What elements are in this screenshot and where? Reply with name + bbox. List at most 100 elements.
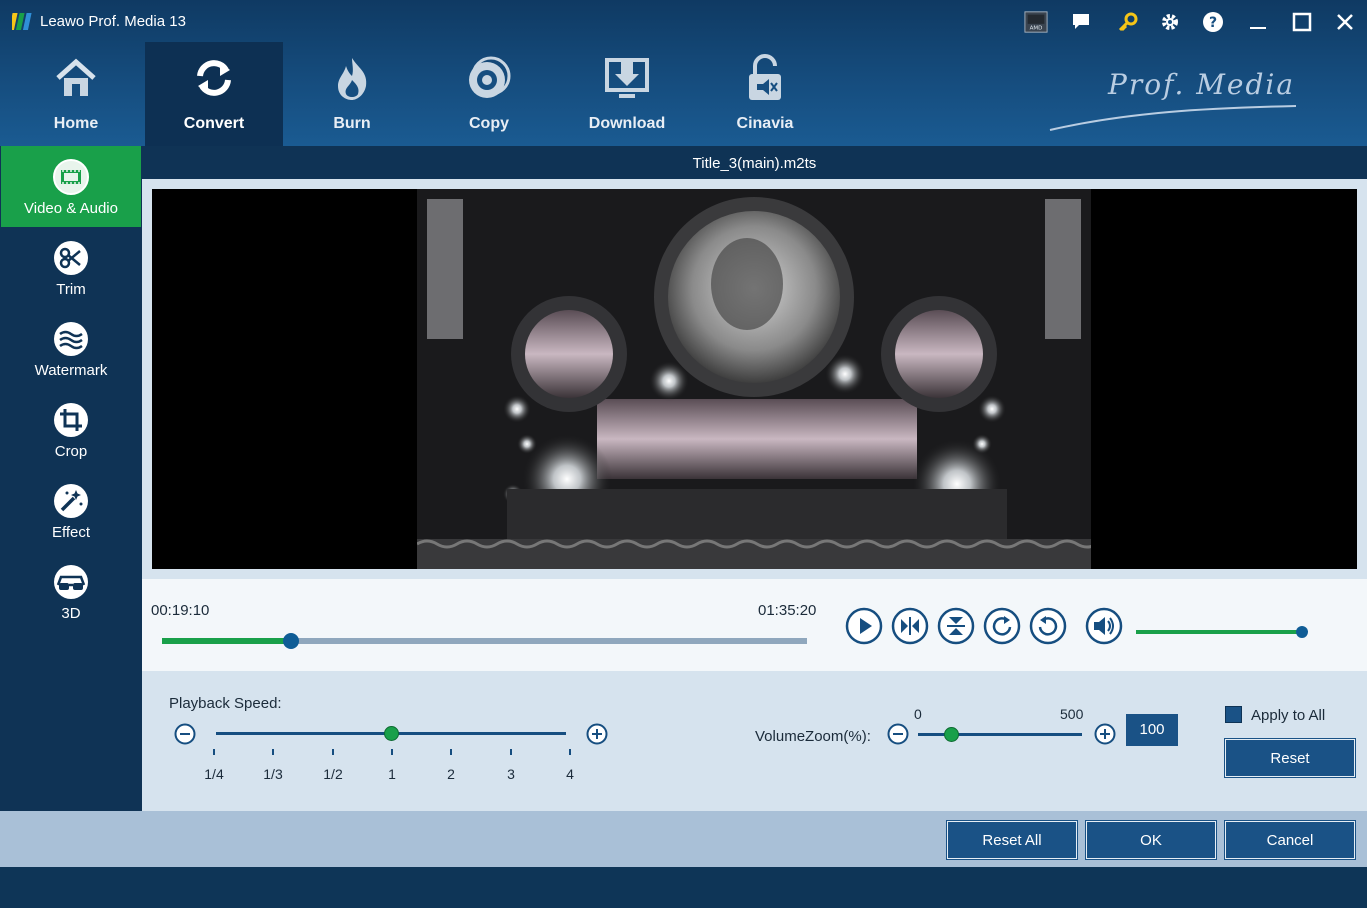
speed-tick-label: 3 <box>507 766 515 782</box>
magic-wand-icon <box>54 484 88 518</box>
3d-glasses-icon <box>54 565 88 599</box>
sidebar-item-trim[interactable]: Trim <box>1 227 141 308</box>
volume-zoom-min: 0 <box>914 706 922 722</box>
apply-to-all-label: Apply to All <box>1251 707 1326 724</box>
close-icon[interactable] <box>1333 10 1357 34</box>
volume-zoom-handle[interactable] <box>944 727 959 742</box>
dialog-footer: Reset All OK Cancel <box>0 811 1367 867</box>
seek-slider[interactable] <box>162 633 807 649</box>
sidebar-item-watermark[interactable]: Watermark <box>1 308 141 389</box>
edit-sidebar: Video & Audio Trim Watermark Crop Effect… <box>0 146 142 811</box>
speed-tick-label: 1/3 <box>263 766 283 782</box>
speed-tick-label: 2 <box>447 766 455 782</box>
nav-copy-label: Copy <box>469 115 509 132</box>
nav-burn[interactable]: Burn <box>283 42 421 146</box>
volume-zoom-slider[interactable] <box>918 727 1082 742</box>
cinavia-lock-icon <box>749 54 781 100</box>
film-icon <box>53 159 89 195</box>
nav-download-label: Download <box>588 115 666 132</box>
volume-zoom-increase-icon[interactable] <box>1094 723 1116 745</box>
player-controls: 00:19:10 01:35:20 <box>142 579 1367 671</box>
playback-speed-label: Playback Speed: <box>169 695 282 712</box>
speed-increase-icon[interactable] <box>586 723 608 745</box>
copy-disc-icon <box>469 56 511 98</box>
sidebar-item-crop[interactable]: Crop <box>1 389 141 470</box>
speed-tick-label: 1/2 <box>323 766 343 782</box>
sidebar-item-label: Video & Audio <box>24 200 118 217</box>
nav-burn-label: Burn <box>333 115 371 132</box>
speed-tick <box>332 749 334 755</box>
volume-handle[interactable] <box>1296 626 1308 638</box>
nav-cinavia[interactable]: Cinavia <box>696 42 834 146</box>
speed-decrease-icon[interactable] <box>174 723 196 745</box>
ok-button[interactable]: OK <box>1086 821 1216 859</box>
speed-tick <box>450 749 452 755</box>
nav-copy[interactable]: Copy <box>420 42 558 146</box>
seek-handle[interactable] <box>283 633 299 649</box>
sidebar-item-3d[interactable]: 3D <box>1 551 141 632</box>
current-time: 00:19:10 <box>151 602 210 619</box>
sidebar-item-video-audio[interactable]: Video & Audio <box>1 146 141 227</box>
volume-zoom-max: 500 <box>1060 706 1084 722</box>
burn-icon <box>338 58 367 100</box>
nav-cinavia-label: Cinavia <box>736 115 794 132</box>
amd-badge-icon[interactable]: AMD <box>1024 10 1048 34</box>
nav-home-label: Home <box>53 115 99 132</box>
app-title: Leawo Prof. Media 13 <box>40 13 186 30</box>
scissors-icon <box>54 241 88 275</box>
speed-tick <box>391 749 393 755</box>
seek-progress <box>162 638 291 644</box>
play-icon[interactable] <box>845 607 883 645</box>
sidebar-item-label: Effect <box>51 524 91 541</box>
rotate-counterclockwise-icon[interactable] <box>1029 607 1067 645</box>
total-time: 01:35:20 <box>758 602 817 619</box>
frame-step-icon[interactable] <box>891 607 929 645</box>
volume-zoom-value-input[interactable]: 100 <box>1126 714 1178 746</box>
flip-vertical-icon[interactable] <box>937 607 975 645</box>
status-bar <box>0 867 1367 908</box>
reset-button[interactable]: Reset <box>1225 739 1355 777</box>
playback-settings: Playback Speed: 1/4 1/3 1/2 1 2 3 4 VolumeZoom… <box>142 671 1367 811</box>
nav-convert-label: Convert <box>183 115 245 132</box>
playback-speed-slider[interactable] <box>216 726 566 741</box>
nav-convert[interactable]: Convert <box>145 42 283 146</box>
rotate-clockwise-icon[interactable] <box>983 607 1021 645</box>
volume-icon[interactable] <box>1085 607 1123 645</box>
reset-all-button[interactable]: Reset All <box>947 821 1077 859</box>
sidebar-item-effect[interactable]: Effect <box>1 470 141 551</box>
sidebar-item-label: Watermark <box>34 362 108 379</box>
svg-text:AMD: AMD <box>1030 25 1043 31</box>
playback-speed-handle[interactable] <box>384 726 399 741</box>
editor-main: Title_3(main).m2ts 00:19:10 01:35:20 Pla… <box>142 146 1367 811</box>
brand-wordmark: Prof. Media <box>1108 68 1296 101</box>
video-preview <box>152 189 1357 569</box>
key-icon[interactable] <box>1116 10 1140 34</box>
speed-tick-label: 1/4 <box>204 766 224 782</box>
sidebar-item-label: Crop <box>54 443 88 460</box>
home-icon <box>56 58 96 96</box>
video-frame-image <box>417 189 1091 569</box>
top-bar: Leawo Prof. Media 13 AMD ? Home Convert … <box>0 0 1367 146</box>
nav-download[interactable]: Download <box>558 42 696 146</box>
minimize-icon[interactable] <box>1246 10 1270 34</box>
apply-to-all-checkbox[interactable] <box>1225 706 1242 723</box>
settings-gear-icon[interactable] <box>1158 10 1182 34</box>
volume-slider[interactable] <box>1136 626 1308 638</box>
speed-tick <box>510 749 512 755</box>
speed-tick-label: 1 <box>388 766 396 782</box>
sidebar-item-label: Trim <box>56 281 86 298</box>
cancel-button[interactable]: Cancel <box>1225 821 1355 859</box>
crop-icon <box>54 403 88 437</box>
speed-tick <box>213 749 215 755</box>
sidebar-item-label: 3D <box>61 605 81 622</box>
app-logo-icon <box>12 13 32 30</box>
nav-home[interactable]: Home <box>7 42 145 146</box>
speed-tick <box>569 749 571 755</box>
help-icon[interactable]: ? <box>1201 10 1225 34</box>
title-bar: Leawo Prof. Media 13 AMD ? <box>0 0 1367 42</box>
volume-zoom-decrease-icon[interactable] <box>887 723 909 745</box>
speed-tick-label: 4 <box>566 766 574 782</box>
feedback-icon[interactable] <box>1069 10 1093 34</box>
file-title-bar: Title_3(main).m2ts <box>142 146 1367 179</box>
maximize-icon[interactable] <box>1290 10 1314 34</box>
